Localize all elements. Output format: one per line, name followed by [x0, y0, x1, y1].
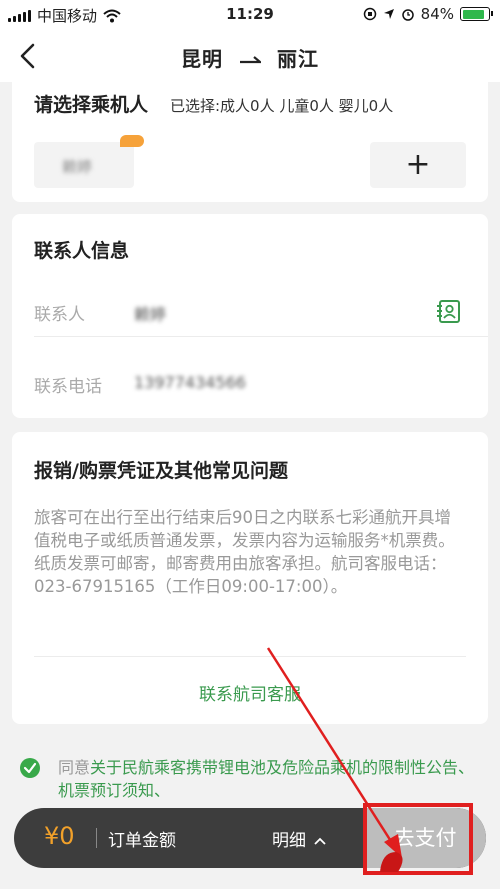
- contact-name-field[interactable]: 赖婷: [134, 301, 166, 325]
- alarm-icon: [401, 9, 414, 21]
- location-icon: [383, 9, 394, 19]
- price-detail-button[interactable]: 明细: [272, 826, 327, 851]
- passenger-chip-name: 赖婷: [62, 158, 93, 176]
- contact-divider: [34, 336, 488, 337]
- route-title: 昆明 丽江: [0, 43, 500, 72]
- passenger-selected-summary: 已选择:成人0人 儿童0人 婴儿0人: [170, 97, 394, 115]
- battery-icon: [460, 7, 493, 21]
- add-passenger-button[interactable]: +: [370, 142, 466, 188]
- agree-check-icon[interactable]: [20, 758, 40, 778]
- pay-button-highlight: [363, 803, 473, 875]
- order-amount-label: 订单金额: [108, 831, 176, 851]
- agreement-text: 同意关于民航乘客携带锂电池及危险品乘机的限制性公告、机票预订须知、: [58, 756, 486, 802]
- origin-city: 昆明: [181, 47, 224, 71]
- faq-title: 报销/购票凭证及其他常见问题: [34, 460, 288, 482]
- orientation-lock-icon: [363, 7, 376, 21]
- contact-book-icon[interactable]: [436, 298, 462, 324]
- price-detail-label: 明细: [272, 831, 306, 851]
- nav-bar: 昆明 丽江: [0, 30, 500, 82]
- contact-phone-field[interactable]: 13977434566: [134, 373, 246, 392]
- chevron-up-icon: [314, 837, 327, 845]
- passenger-card: 请选择乘机人 已选择:成人0人 儿童0人 婴儿0人 赖婷 +: [12, 82, 488, 202]
- battery-fill: [462, 9, 484, 19]
- contact-phone-row[interactable]: 联系电话 13977434566: [34, 358, 466, 408]
- agreement-links[interactable]: 关于民航乘客携带锂电池及危险品乘机的限制性公告、机票预订须知、: [58, 758, 474, 800]
- price-separator: [96, 828, 97, 848]
- order-price: ¥0: [44, 822, 75, 850]
- passenger-title: 请选择乘机人: [34, 94, 149, 116]
- status-bar: 中国移动 11:29 84%: [0, 0, 500, 30]
- faq-body-text: 旅客可在出行至出行结束后90日之内联系七彩通航开具增值税电子或纸质普通发票，发票…: [34, 508, 455, 596]
- contact-phone-label: 联系电话: [34, 377, 102, 397]
- currency-symbol: ¥: [44, 822, 60, 850]
- faq-divider: [34, 656, 466, 657]
- contact-card: 联系人信息 联系人 赖婷 联系电话 13977434566: [12, 214, 488, 418]
- route-arrow-icon: [240, 56, 261, 64]
- contact-airline-service-link[interactable]: 联系航司客服: [12, 680, 488, 705]
- contact-name-label: 联系人: [34, 305, 85, 325]
- passenger-chip[interactable]: 赖婷: [34, 142, 134, 188]
- passenger-chip-badge: [120, 135, 144, 147]
- faq-card: 报销/购票凭证及其他常见问题 旅客可在出行至出行结束后90日之内联系七彩通航开具…: [12, 432, 488, 724]
- status-right: 84%: [363, 5, 493, 23]
- agreement-prefix: 同意: [58, 758, 91, 777]
- contact-title: 联系人信息: [34, 240, 130, 262]
- contact-name-row[interactable]: 联系人 赖婷: [34, 286, 466, 336]
- destination-city: 丽江: [276, 47, 319, 71]
- order-amount: 0: [59, 822, 75, 850]
- battery-percent: 84%: [420, 5, 454, 23]
